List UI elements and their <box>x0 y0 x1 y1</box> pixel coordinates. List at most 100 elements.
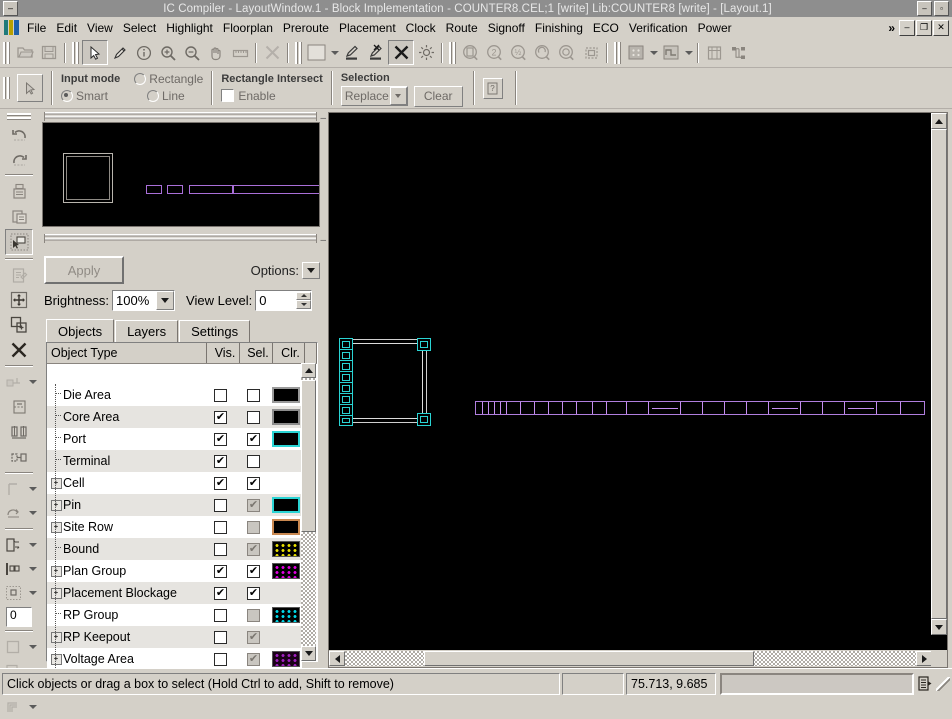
placement-view-dropdown-arrow-icon[interactable] <box>648 41 659 64</box>
select-arrow-icon[interactable] <box>82 40 108 65</box>
menu-route[interactable]: Route <box>441 19 483 37</box>
table-row[interactable]: Die Area <box>47 384 302 406</box>
selectable-checkbox[interactable] <box>247 455 260 468</box>
menu-file[interactable]: File <box>22 19 51 37</box>
route-shape-icon[interactable] <box>1 370 27 394</box>
controls-collapse-dash[interactable]: – <box>320 235 326 246</box>
toolbar-grip-3[interactable] <box>295 42 302 64</box>
menu-placement[interactable]: Placement <box>334 19 401 37</box>
menu-power[interactable]: Power <box>693 19 737 37</box>
menu-edit[interactable]: Edit <box>51 19 82 37</box>
object-scroll-thumb[interactable] <box>301 380 316 532</box>
highlight-pencil-icon[interactable] <box>340 41 364 64</box>
column-header-clr[interactable]: Clr. <box>273 343 305 363</box>
color-swatch[interactable] <box>272 497 300 513</box>
table-row[interactable]: +Voltage Area✔ <box>47 648 302 670</box>
align-horizontal-icon[interactable] <box>6 445 32 469</box>
visibility-checkbox[interactable]: ✔ <box>214 455 227 468</box>
visibility-checkbox[interactable]: ✔ <box>214 565 227 578</box>
system-menu-button[interactable]: – <box>3 1 18 16</box>
color-swatch-dropdown-arrow-icon[interactable] <box>329 41 340 64</box>
table-row[interactable]: +Placement Blockage✔✔ <box>47 582 302 604</box>
canvas-vertical-scroll-thumb[interactable] <box>931 129 947 619</box>
color-swatch[interactable] <box>272 563 300 579</box>
selectable-checkbox[interactable]: ✔ <box>247 433 260 446</box>
add-shape-icon[interactable] <box>6 313 32 337</box>
color-swatch[interactable] <box>272 541 300 557</box>
tab-objects[interactable]: Objects <box>46 319 114 342</box>
flip-vertical-icon[interactable] <box>6 395 32 419</box>
table-row[interactable]: Bound✔ <box>47 538 302 560</box>
mdi-close-button[interactable]: ✕ <box>933 20 949 36</box>
cross-out-pencil-icon[interactable] <box>364 41 388 64</box>
canvas-horizontal-scroll-thumb[interactable] <box>424 651 754 666</box>
add-macro-icon[interactable] <box>1 501 27 525</box>
undo-icon[interactable] <box>6 122 32 146</box>
rectangle-intersect-enable-checkbox[interactable] <box>221 89 234 102</box>
add-macro-dropdown-arrow-icon[interactable] <box>27 502 38 525</box>
selectable-checkbox[interactable]: ✔ <box>247 565 260 578</box>
view-level-decrement-button[interactable] <box>296 300 311 309</box>
table-row[interactable]: RP Group <box>47 604 302 626</box>
layer-stack-icon[interactable] <box>1 695 27 719</box>
menu-highlight[interactable]: Highlight <box>161 19 218 37</box>
selectable-checkbox[interactable]: ✔ <box>247 587 260 600</box>
clear-highlight-icon[interactable] <box>388 40 414 65</box>
radio-smart[interactable] <box>61 90 73 102</box>
align-rows-icon[interactable] <box>1 533 27 557</box>
table-row[interactable]: +Cell✔✔ <box>47 472 302 494</box>
canvas-scroll-right-button[interactable] <box>916 651 932 666</box>
zoom-selection-icon[interactable] <box>555 41 579 64</box>
color-swatch[interactable] <box>272 519 300 535</box>
visibility-checkbox[interactable] <box>214 653 227 666</box>
view-level-spinner[interactable]: 0 <box>255 290 312 311</box>
column-header-vis[interactable]: Vis. <box>207 343 240 363</box>
toolbar-grip-4[interactable] <box>449 42 456 64</box>
canvas-vertical-scrollbar[interactable] <box>931 113 947 651</box>
snap-grid-icon[interactable] <box>1 581 27 605</box>
redo-icon[interactable] <box>6 147 32 171</box>
column-header-object-type[interactable]: Object Type <box>47 343 207 363</box>
place-cells-dropdown-arrow-icon[interactable] <box>27 558 38 581</box>
zoom-out-icon[interactable] <box>180 41 204 64</box>
canvas-horizontal-scroll-track[interactable] <box>345 651 916 666</box>
options-dropdown-arrow-icon[interactable] <box>302 262 320 279</box>
layout-canvas[interactable] <box>329 113 932 651</box>
open-icon[interactable] <box>13 41 37 64</box>
delete-x-icon[interactable] <box>260 41 284 64</box>
brightness-dropdown-arrow-icon[interactable] <box>156 291 174 310</box>
visibility-checkbox[interactable] <box>214 389 227 402</box>
table-row[interactable]: Terminal✔ <box>47 450 302 472</box>
zoom-full-icon[interactable] <box>459 41 483 64</box>
align-bottom-icon[interactable] <box>6 420 32 444</box>
canvas-horizontal-scrollbar[interactable] <box>329 650 932 667</box>
log-list-icon[interactable] <box>916 673 934 695</box>
layout-window-icon[interactable] <box>702 41 726 64</box>
port-shape[interactable] <box>417 338 431 351</box>
color-swatch[interactable] <box>272 651 300 667</box>
menu-select[interactable]: Select <box>118 19 161 37</box>
standard-cell-row[interactable] <box>475 401 925 415</box>
menu-overflow-chevron[interactable]: » <box>884 21 899 35</box>
menu-clock[interactable]: Clock <box>401 19 441 37</box>
overview-map[interactable] <box>42 122 320 227</box>
menu-verification[interactable]: Verification <box>624 19 693 37</box>
place-cells-icon[interactable] <box>1 557 27 581</box>
blockage-icon[interactable] <box>1 635 27 659</box>
selectable-checkbox[interactable]: ✔ <box>247 477 260 490</box>
visibility-checkbox[interactable] <box>214 543 227 556</box>
options-bar-grip[interactable] <box>3 77 10 99</box>
visibility-checkbox[interactable] <box>214 521 227 534</box>
visibility-checkbox[interactable]: ✔ <box>214 477 227 490</box>
selectable-checkbox[interactable] <box>247 411 260 424</box>
canvas-scroll-down-button[interactable] <box>931 619 947 635</box>
toolbar-grip[interactable] <box>3 42 10 64</box>
create-rect-icon[interactable] <box>1 477 27 501</box>
table-row[interactable]: +Pin✔ <box>47 494 302 516</box>
route-shape-dropdown-arrow-icon[interactable] <box>27 371 38 394</box>
visibility-checkbox[interactable] <box>214 609 227 622</box>
apply-button[interactable]: Apply <box>44 256 124 284</box>
clear-selection-button[interactable]: Clear <box>414 86 463 107</box>
port-shape[interactable] <box>339 415 353 426</box>
visibility-checkbox[interactable]: ✔ <box>214 433 227 446</box>
